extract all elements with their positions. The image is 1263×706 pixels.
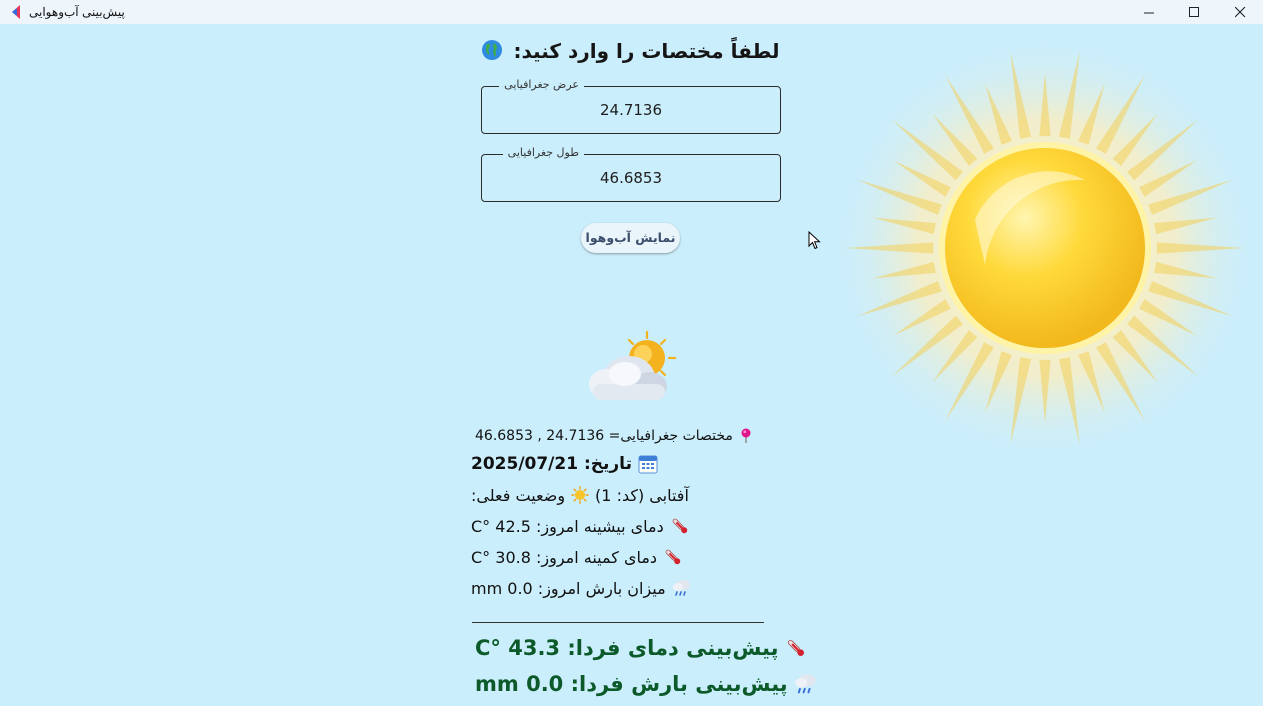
latitude-label: عرض جغرافیایی: [499, 78, 584, 91]
calendar-icon: [638, 455, 658, 474]
partly-cloudy-icon: [589, 330, 677, 400]
minimize-button[interactable]: [1126, 0, 1172, 24]
show-weather-button[interactable]: نمایش آب‌وهوا: [581, 223, 680, 253]
precip-line: میزان بارش امروز: 0.0 mm: [471, 575, 692, 601]
latitude-field[interactable]: عرض جغرافیایی 24.7136: [481, 78, 781, 134]
sun-illustration: [830, 33, 1255, 463]
date-text: تاریخ: 2025/07/21: [471, 454, 632, 474]
longitude-label: طول جغرافیایی: [502, 146, 584, 159]
tomorrow-precip-line: پیش‌بینی بارش فردا: 0.0 mm: [475, 670, 818, 698]
max-temp-text: دمای بیشینه امروز: 42.5 °C: [471, 516, 664, 536]
minimize-icon: [1143, 12, 1154, 13]
separator-line: [472, 622, 764, 623]
longitude-input[interactable]: 46.6853: [482, 169, 780, 187]
tomorrow-temp-line: پیش‌بینی دمای فردا: 43.3 °C: [475, 634, 807, 662]
min-temp-line: دمای کمینه امروز: 30.8 °C: [471, 544, 683, 570]
form-title: لطفاً مختصات را وارد کنید:: [380, 39, 880, 63]
maximize-icon: [1188, 6, 1199, 17]
close-button[interactable]: [1217, 0, 1263, 24]
globe-icon: [481, 40, 502, 60]
coords-text: مختصات جغرافیایی= 24.7136 , 46.6853: [475, 428, 733, 444]
condition-label: وضعیت فعلی:: [471, 485, 566, 505]
rain-cloud-icon: [672, 580, 690, 596]
condition-text: آفتابی (کد: 1): [595, 485, 689, 505]
latitude-input[interactable]: 24.7136: [482, 101, 780, 119]
form-title-text: لطفاً مختصات را وارد کنید:: [513, 39, 780, 63]
title-bar: پیش‌بینی آب‌وهوایی: [0, 0, 1263, 24]
date-line: تاریخ: 2025/07/21: [471, 451, 658, 477]
condition-line: آفتابی (کد: 1) وضعیت فعلی:: [471, 482, 689, 508]
thermometer-icon: [665, 549, 681, 565]
window-title: پیش‌بینی آب‌وهوایی: [29, 5, 125, 19]
rain-cloud-icon: [794, 674, 816, 694]
tomorrow-precip-text: پیش‌بینی بارش فردا: 0.0 mm: [475, 672, 788, 696]
pin-icon: [741, 428, 751, 443]
mouse-cursor-icon: [808, 231, 821, 250]
precip-text: میزان بارش امروز: 0.0 mm: [471, 578, 666, 598]
min-temp-text: دمای کمینه امروز: 30.8 °C: [471, 547, 658, 567]
thermometer-icon: [672, 518, 687, 534]
sun-icon: [571, 486, 589, 504]
max-temp-line: دمای بیشینه امروز: 42.5 °C: [471, 513, 690, 539]
app-icon: [12, 5, 20, 19]
tomorrow-temp-text: پیش‌بینی دمای فردا: 43.3 °C: [475, 636, 779, 660]
close-icon: [1234, 6, 1245, 17]
longitude-field[interactable]: طول جغرافیایی 46.6853: [481, 146, 781, 202]
maximize-button[interactable]: [1171, 0, 1217, 24]
thermometer-icon: [787, 639, 804, 656]
coords-line: مختصات جغرافیایی= 24.7136 , 46.6853: [475, 423, 753, 449]
